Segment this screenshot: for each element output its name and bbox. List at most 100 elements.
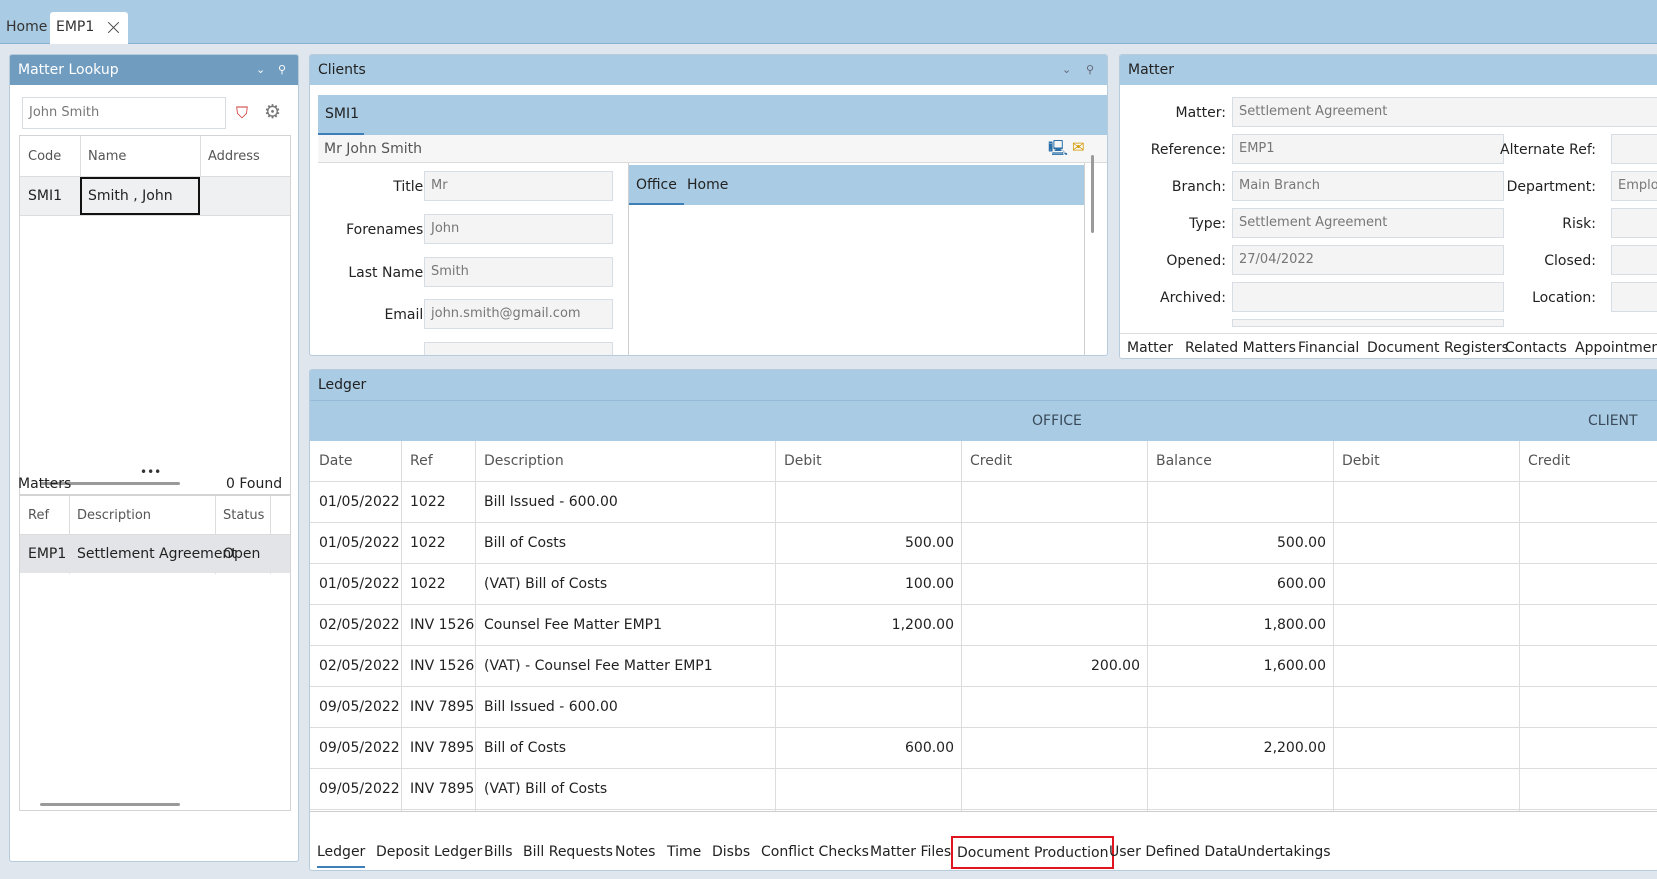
tab-emp1-label: EMP1 — [56, 19, 95, 35]
ledger-grid: OFFICE CLIENT Date Ref Description Debit… — [310, 400, 1657, 812]
tab-related-matters[interactable]: Related Matters — [1185, 334, 1296, 358]
department-field[interactable]: Employ — [1611, 171, 1657, 201]
tab-user-defined-data[interactable]: User Defined Data — [1109, 838, 1238, 866]
alternate-ref-field[interactable] — [1611, 134, 1657, 164]
client-name[interactable]: Smith , John — [80, 177, 200, 215]
matters-grid: Ref Description Status EMP1 Settlement A… — [19, 495, 291, 811]
pin-icon[interactable]: ⚲ — [1086, 55, 1094, 85]
ledger-title: Ledger — [318, 377, 367, 393]
opened-field[interactable]: 27/04/2022 — [1232, 245, 1504, 275]
col-office-debit[interactable]: Debit — [784, 453, 822, 469]
matter-row[interactable]: EMP1 Settlement Agreement Open — [20, 535, 290, 573]
tab-office[interactable]: Office — [629, 165, 684, 205]
filter-icon[interactable]: ⛉ — [236, 103, 256, 123]
tab-emp1[interactable]: EMP1 — [50, 12, 128, 44]
gear-icon[interactable]: ⚙ — [264, 101, 286, 123]
tab-matter-files[interactable]: Matter Files — [870, 838, 951, 866]
col-ref[interactable]: Ref — [410, 453, 433, 469]
reference-field[interactable]: EMP1 — [1232, 134, 1504, 164]
tab-bill-requests[interactable]: Bill Requests — [523, 838, 613, 866]
splitter-handle[interactable]: ••• — [140, 465, 161, 479]
ledger-ref: 1022 — [410, 494, 446, 510]
title-field[interactable]: Mr — [424, 171, 613, 201]
matter-lookup-title: Matter Lookup — [18, 62, 119, 78]
client-row[interactable]: SMI1 Smith , John — [20, 177, 290, 215]
pin-icon[interactable]: ⚲ — [278, 55, 286, 85]
col-description[interactable]: Description — [484, 453, 564, 469]
clients-header: Clients ⌄ ⚲ — [310, 55, 1107, 85]
tab-matter[interactable]: Matter — [1127, 334, 1173, 358]
chevron-down-icon[interactable]: ⌄ — [1062, 55, 1071, 85]
ledger-description: Bill of Costs — [484, 535, 567, 551]
ledger-office-debit: 1,200.00 — [891, 617, 954, 633]
type-field[interactable]: Settlement Agreement — [1232, 208, 1504, 238]
forenames-field[interactable]: John — [424, 214, 613, 244]
ledger-row[interactable]: 01/05/2022 1022 Bill of Costs 500.00 500.00 — [310, 523, 1657, 564]
ledger-row[interactable]: 09/05/2022 INV 7895 Bill of Costs 600.00 2,2… — [310, 728, 1657, 769]
tab-deposit-ledger[interactable]: Deposit Ledger — [376, 838, 482, 866]
ledger-date: 09/05/2022 — [319, 781, 400, 797]
tab-document-production[interactable]: Document Production — [951, 836, 1115, 869]
tab-notes[interactable]: Notes — [615, 838, 655, 866]
ledger-row[interactable]: 09/05/2022 INV 7895 Bill Issued - 600.00 — [310, 687, 1657, 728]
horizontal-scrollbar[interactable] — [40, 803, 180, 806]
ledger-row[interactable]: 02/05/2022 INV 1526 (VAT) - Counsel Fee Ma… — [310, 646, 1657, 687]
tab-undertakings[interactable]: Undertakings — [1237, 838, 1331, 866]
ledger-row[interactable]: 02/05/2022 INV 1526 Counsel Fee Matter EMP… — [310, 605, 1657, 646]
email-field[interactable]: john.smith@gmail.com — [424, 299, 613, 329]
tab-contacts[interactable]: Contacts — [1505, 334, 1567, 358]
ledger-date: 02/05/2022 — [319, 658, 400, 674]
col-office-credit[interactable]: Credit — [970, 453, 1012, 469]
computer-icon[interactable]: 🖳 — [1048, 138, 1068, 163]
col-name[interactable]: Name — [88, 149, 126, 164]
closed-field[interactable] — [1611, 245, 1657, 275]
tab-document-registers[interactable]: Document Registers — [1367, 334, 1509, 358]
ledger-row[interactable]: 01/05/2022 1022 (VAT) Bill of Costs 100.00 6… — [310, 564, 1657, 605]
col-office-balance[interactable]: Balance — [1156, 453, 1212, 469]
ledger-office-balance: 1,800.00 — [1263, 617, 1326, 633]
tab-home[interactable]: Home — [0, 12, 53, 44]
lastname-field[interactable]: Smith — [424, 257, 613, 287]
envelope-icon[interactable]: ✉ — [1072, 138, 1085, 156]
location-label: Location: — [1532, 290, 1596, 306]
location-field[interactable] — [1611, 282, 1657, 312]
tab-time[interactable]: Time — [667, 838, 701, 866]
branch-field[interactable]: Main Branch — [1232, 171, 1504, 201]
col-code[interactable]: Code — [28, 149, 61, 164]
risk-label: Risk: — [1562, 216, 1596, 232]
col-description[interactable]: Description — [77, 508, 151, 523]
matter-panel: Matter Matter: Settlement Agreement Refe… — [1119, 54, 1657, 359]
tab-ledger[interactable]: Ledger — [317, 838, 366, 868]
tab-smi1[interactable]: SMI1 — [318, 95, 364, 135]
risk-field[interactable] — [1611, 208, 1657, 238]
lastname-label: Last Name: — [348, 265, 428, 281]
tab-conflict-checks[interactable]: Conflict Checks — [761, 838, 869, 866]
tab-disbs[interactable]: Disbs — [712, 838, 750, 866]
col-date[interactable]: Date — [319, 453, 352, 469]
extra-field[interactable] — [424, 342, 613, 355]
ledger-row[interactable]: 01/05/2022 1022 Bill Issued - 600.00 — [310, 482, 1657, 523]
chevron-down-icon[interactable]: ⌄ — [256, 55, 265, 85]
col-client-debit[interactable]: Debit — [1342, 453, 1380, 469]
tab-appointment[interactable]: Appointment — [1575, 334, 1657, 358]
tab-home-address[interactable]: Home — [687, 165, 728, 205]
ledger-description: Bill Issued - 600.00 — [484, 699, 618, 715]
col-status[interactable]: Status — [223, 508, 264, 523]
extra-matter-field[interactable] — [1232, 319, 1504, 327]
tab-financial[interactable]: Financial — [1298, 334, 1359, 358]
col-address[interactable]: Address — [208, 149, 260, 164]
archived-field[interactable] — [1232, 282, 1504, 312]
ledger-description: (VAT) Bill of Costs — [484, 781, 608, 797]
ledger-date: 02/05/2022 — [319, 617, 400, 633]
vertical-scrollbar[interactable] — [1091, 155, 1094, 233]
close-icon[interactable] — [106, 20, 122, 36]
col-client-credit[interactable]: Credit — [1528, 453, 1570, 469]
ledger-office-debit: 100.00 — [905, 576, 954, 592]
matter-search-input[interactable]: John Smith — [22, 97, 226, 129]
matter-field[interactable]: Settlement Agreement — [1232, 97, 1657, 127]
ledger-row[interactable]: 09/05/2022 INV 7895 (VAT) Bill of Costs — [310, 769, 1657, 810]
tab-bills[interactable]: Bills — [484, 838, 513, 866]
ledger-ref: INV 7895 — [410, 781, 475, 797]
col-ref[interactable]: Ref — [28, 508, 49, 523]
client-display-name: Mr John Smith — [324, 141, 422, 157]
